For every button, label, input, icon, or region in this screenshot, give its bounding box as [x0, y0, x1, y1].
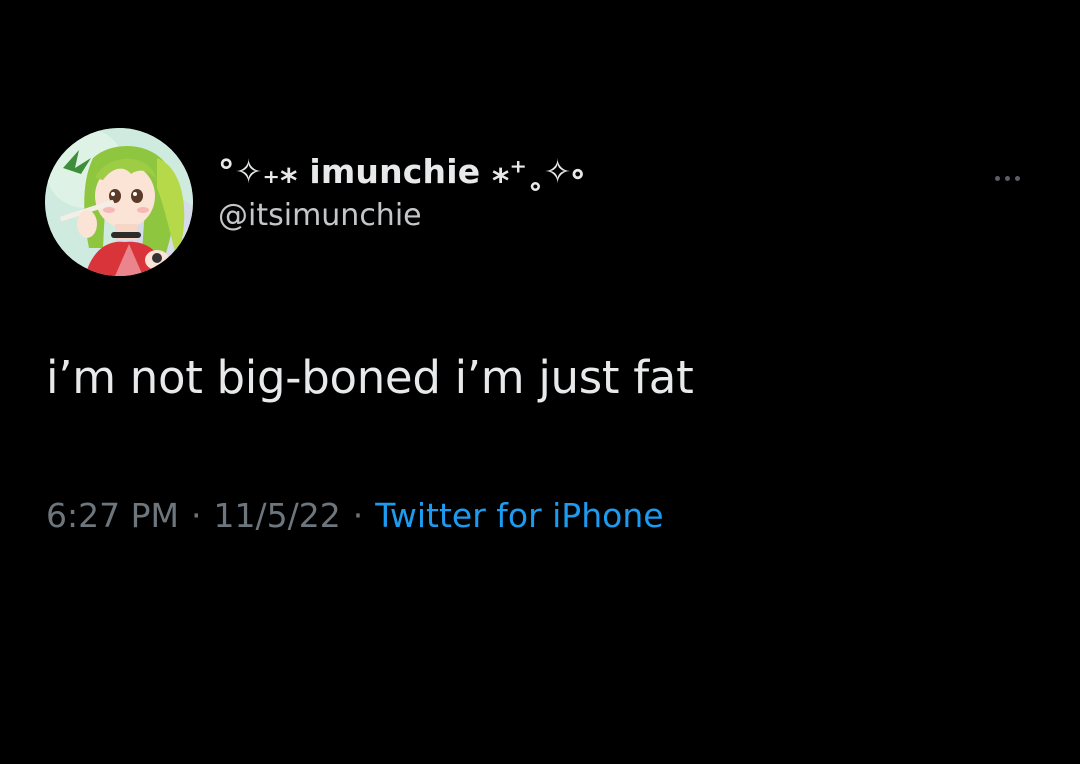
more-options-button[interactable] [980, 160, 1034, 196]
separator-dot: · [190, 496, 202, 535]
tweet-text: i’m not big-boned i’m just fat [46, 351, 694, 404]
more-dots-icon [1014, 175, 1020, 181]
display-name[interactable]: °✧₊⁎ imunchie ⁎⁺˳✧༚ [218, 150, 584, 194]
profile-avatar[interactable] [45, 128, 193, 276]
tweet-card: °✧₊⁎ imunchie ⁎⁺˳✧༚ @itsimunchie i’m not… [0, 0, 1080, 764]
user-handle[interactable]: @itsimunchie [218, 196, 584, 236]
tweet-date[interactable]: 11/5/22 [213, 496, 340, 535]
tweet-time[interactable]: 6:27 PM [46, 496, 179, 535]
tweet-metadata: 6:27 PM · 11/5/22 · Twitter for iPhone [46, 494, 664, 538]
anime-girl-avatar-icon [45, 128, 193, 276]
more-dots-icon [994, 175, 1000, 181]
user-identity: °✧₊⁎ imunchie ⁎⁺˳✧༚ @itsimunchie [218, 150, 584, 236]
tweet-source-link[interactable]: Twitter for iPhone [375, 496, 663, 535]
separator-dot: · [352, 496, 364, 535]
more-dots-icon [1004, 175, 1010, 181]
